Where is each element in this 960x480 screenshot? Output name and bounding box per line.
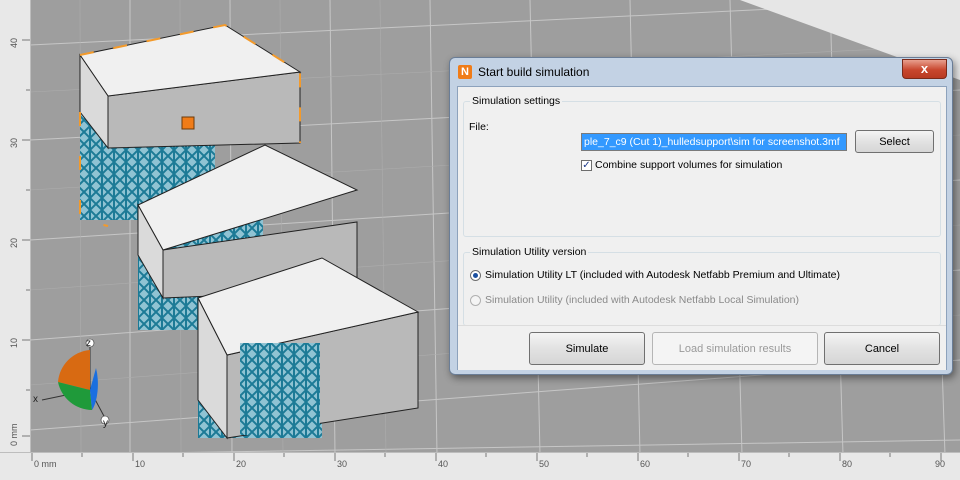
dialog-button-bar: Simulate Load simulation results Cancel [458,325,946,370]
ruler-bottom-label: 60 [640,459,651,469]
load-simulation-results-button[interactable]: Load simulation results [652,332,818,365]
ruler-left-label: 40 [9,37,19,48]
ruler-left-label: 10 [9,337,19,348]
simulation-version-group: Simulation Utility version Simulation Ut… [463,246,941,326]
start-build-simulation-dialog: N Start build simulation x Simulation se… [449,57,953,375]
ruler-bottom-label: 50 [539,459,550,469]
ruler-left-ticks [22,39,30,437]
radio-simulation-utility-full-label[interactable]: Simulation Utility (included with Autode… [485,294,799,306]
ruler-bottom-label: 70 [741,459,752,469]
dialog-body: Simulation settings File: Select ✓ Combi… [457,86,947,370]
file-label: File: [469,121,489,133]
ruler-bottom-label: 80 [842,459,853,469]
ruler-bottom-label: 40 [438,459,449,469]
combine-support-label[interactable]: Combine support volumes for simulation [595,159,782,171]
ruler-bottom-label: 10 [135,459,146,469]
close-icon: x [920,61,929,76]
ruler-bottom-label: 90 [935,459,946,469]
dialog-titlebar[interactable]: N Start build simulation x [450,58,952,86]
ruler-bottom: 0 mm 10 20 30 40 50 60 70 80 90 [0,452,960,480]
axis-label-x: x [33,394,38,405]
close-button[interactable]: x [902,59,947,79]
ruler-bottom-label: 30 [337,459,348,469]
selection-handle[interactable] [181,116,195,130]
ruler-left-label: 0 mm [9,423,19,447]
netfabb-app-icon: N [458,65,472,79]
file-path-input[interactable] [581,133,847,151]
simulation-version-legend: Simulation Utility version [470,246,589,258]
simulate-button[interactable]: Simulate [529,332,645,365]
simulation-settings-group: Simulation settings File: Select ✓ Combi… [463,95,941,237]
axis-label-y: y [103,418,108,429]
radio-simulation-utility-lt[interactable] [470,270,481,281]
ruler-bottom-label: 0 mm [34,459,57,469]
ruler-left: 40 30 20 10 0 mm [0,0,31,452]
radio-simulation-utility-full[interactable] [470,295,481,306]
select-file-button[interactable]: Select [855,130,934,153]
radio-simulation-utility-lt-label[interactable]: Simulation Utility LT (included with Aut… [485,269,840,281]
dialog-title: Start build simulation [478,65,590,79]
cancel-button[interactable]: Cancel [824,332,940,365]
simulation-settings-legend: Simulation settings [470,95,563,107]
ruler-bottom-label: 20 [236,459,247,469]
ruler-left-label: 30 [9,137,19,148]
checkmark-icon: ✓ [582,160,591,171]
ruler-left-label: 20 [9,237,19,248]
combine-support-checkbox[interactable]: ✓ [581,160,592,171]
axis-label-z: z [86,338,91,349]
